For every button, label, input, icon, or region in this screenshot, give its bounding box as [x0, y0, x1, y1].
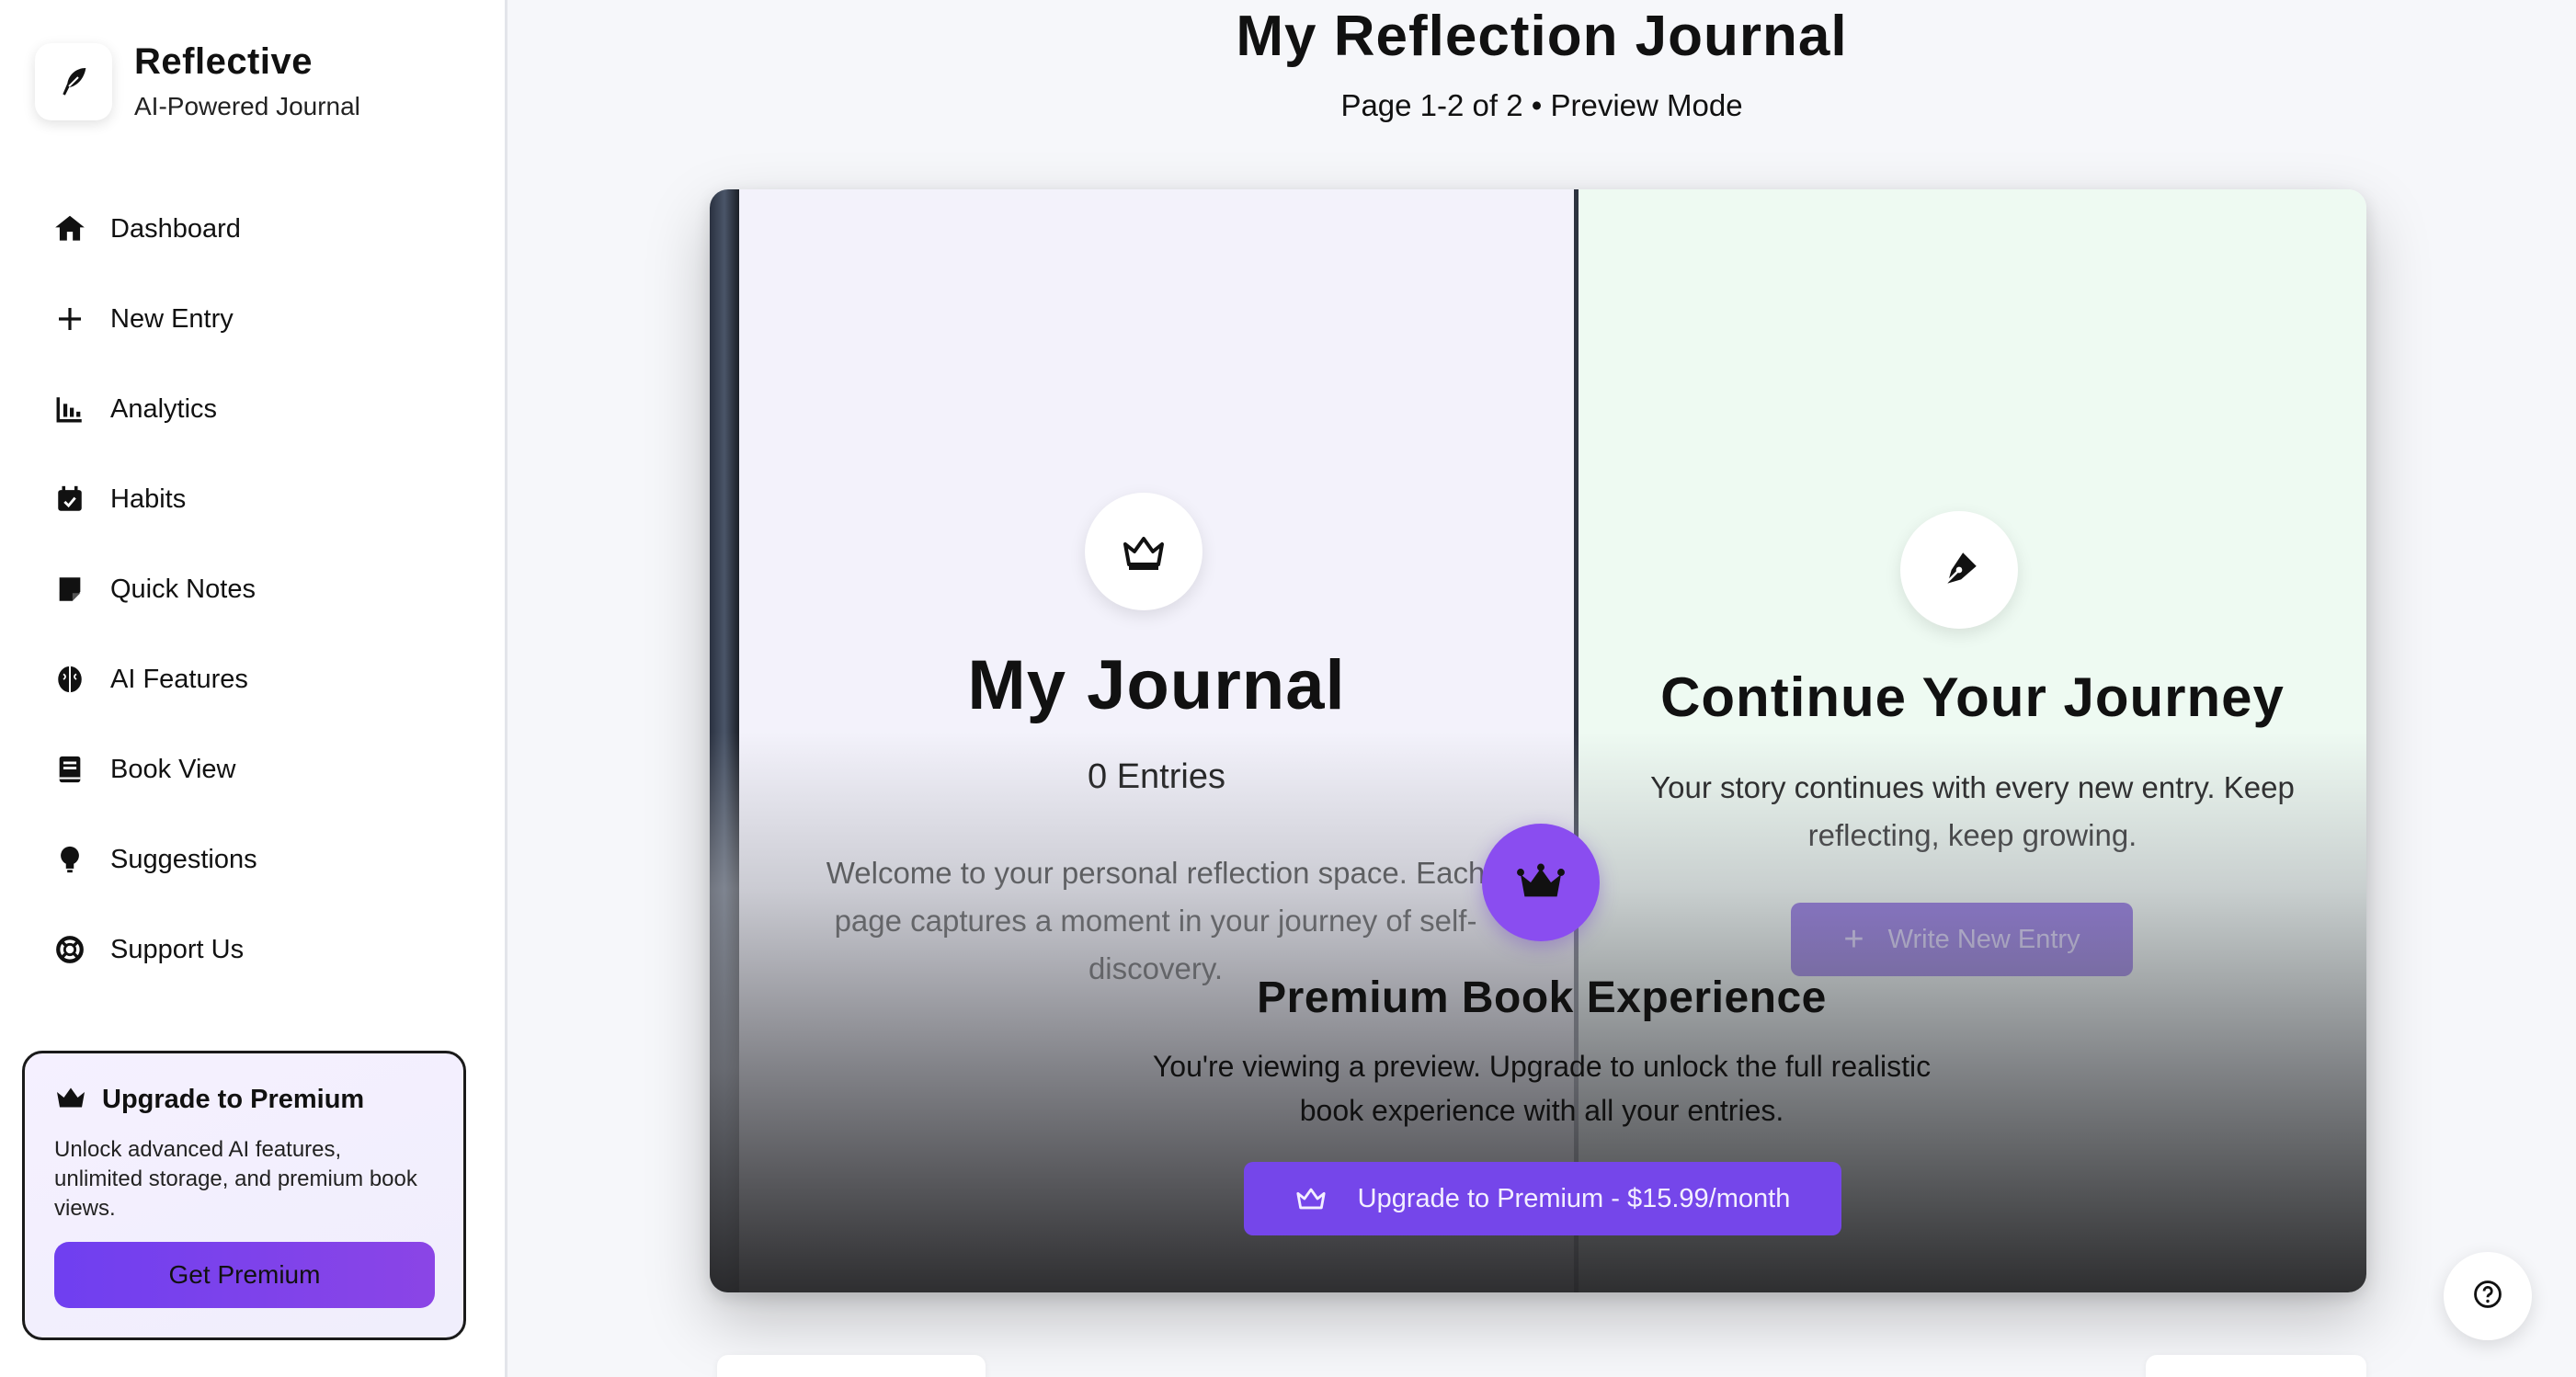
sidebar-item-ai-features[interactable]: AI Features	[0, 634, 505, 724]
home-icon	[51, 211, 88, 247]
help-button[interactable]	[2444, 1252, 2532, 1340]
brand-subtitle: AI-Powered Journal	[134, 92, 360, 120]
sidebar-item-quick-notes[interactable]: Quick Notes	[0, 544, 505, 634]
promo-description: Unlock advanced AI features, unlimited s…	[54, 1137, 417, 1221]
plus-icon	[51, 301, 88, 337]
sidebar-item-dashboard[interactable]: Dashboard	[0, 184, 505, 274]
upgrade-promo-card: Upgrade to Premium Unlock advanced AI fe…	[22, 1051, 466, 1340]
upgrade-premium-label: Upgrade to Premium - $15.99/month	[1357, 1183, 1791, 1213]
book-spine	[710, 189, 739, 1292]
page-nav-card-prev[interactable]	[717, 1355, 986, 1377]
entries-count: 0 Entries	[1088, 757, 1225, 796]
sidebar-item-label: Habits	[110, 484, 187, 514]
sidebar-item-analytics[interactable]: Analytics	[0, 364, 505, 454]
sidebar-item-habits[interactable]: Habits	[0, 454, 505, 544]
book-icon	[51, 751, 88, 788]
premium-title: Premium Book Experience	[1257, 973, 1827, 1022]
write-new-entry-button[interactable]: + Write New Entry	[1791, 903, 2133, 976]
calendar-check-icon	[51, 481, 88, 518]
lightbulb-icon	[51, 841, 88, 878]
sidebar-item-label: Suggestions	[110, 844, 257, 874]
lifebuoy-icon	[51, 931, 88, 968]
right-page-title: Continue Your Journey	[1660, 666, 2285, 728]
sidebar-item-label: Analytics	[110, 393, 218, 424]
sidebar-item-book-view[interactable]: Book View	[0, 724, 505, 814]
left-page-title: My Journal	[967, 646, 1346, 724]
page-title: My Reflection Journal	[1236, 5, 1848, 68]
brain-icon	[51, 661, 88, 698]
sidebar-item-suggestions[interactable]: Suggestions	[0, 814, 505, 905]
crown-icon	[54, 1083, 87, 1117]
crown-outline-icon	[1085, 493, 1203, 610]
sidebar-nav: Dashboard New Entry Analytics Habits Qui…	[0, 184, 505, 995]
get-premium-button[interactable]: Get Premium	[54, 1242, 435, 1308]
brand-title: Reflective	[134, 41, 313, 82]
page-subtitle: Page 1-2 of 2 • Preview Mode	[1340, 88, 1743, 122]
premium-description: You're viewing a preview. Upgrade to unl…	[1152, 1050, 1932, 1127]
left-page-welcome-text: Welcome to your personal reflection spac…	[826, 856, 1486, 985]
page-nav-card-next[interactable]	[2146, 1355, 2366, 1377]
sidebar-item-label: Quick Notes	[110, 574, 256, 604]
plus-icon: +	[1843, 919, 1864, 959]
bar-chart-icon	[51, 391, 88, 427]
sidebar-item-label: Book View	[110, 754, 236, 784]
sticky-note-icon	[51, 571, 88, 608]
feather-icon	[35, 42, 112, 120]
promo-title: Upgrade to Premium	[102, 1085, 365, 1114]
sidebar-item-label: AI Features	[110, 664, 248, 694]
pen-nib-icon	[1900, 511, 2018, 629]
sidebar-item-label: New Entry	[110, 303, 234, 334]
sidebar-item-support-us[interactable]: Support Us	[0, 905, 505, 995]
sidebar: Reflective AI-Powered Journal Dashboard …	[0, 0, 507, 1377]
premium-crown-badge	[1482, 824, 1600, 941]
right-page-text: Your story continues with every new entr…	[1650, 770, 2295, 852]
sidebar-item-label: Dashboard	[110, 213, 241, 244]
sidebar-item-new-entry[interactable]: New Entry	[0, 274, 505, 364]
crown-outline-icon	[1295, 1185, 1327, 1212]
question-circle-icon	[2472, 1279, 2503, 1314]
brand[interactable]: Reflective AI-Powered Journal	[35, 41, 360, 121]
sidebar-item-label: Support Us	[110, 934, 245, 964]
upgrade-premium-button[interactable]: Upgrade to Premium - $15.99/month	[1244, 1162, 1841, 1235]
write-new-entry-label: Write New Entry	[1887, 924, 2080, 954]
